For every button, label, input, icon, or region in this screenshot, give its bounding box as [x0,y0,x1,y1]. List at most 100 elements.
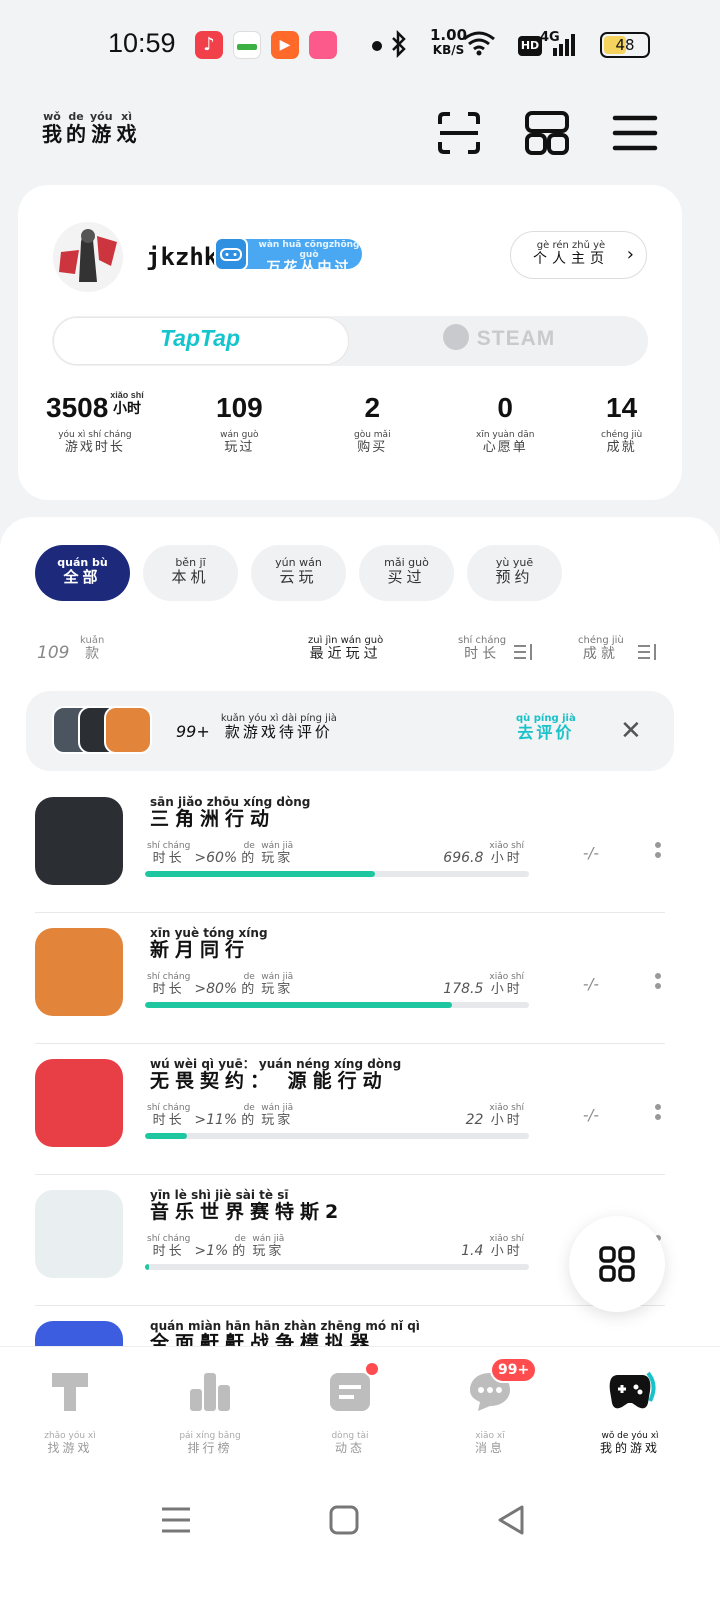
nav-label-text: 排行榜 [187,1441,233,1455]
game-row[interactable]: wú wèi qì yuē： yuán néng xíng dòng 无畏契约： … [35,1044,665,1175]
title-badge[interactable]: wàn huā cōngzhōng guò 万花丛中过 [214,237,362,276]
rank-duration-text: 时长 [152,1244,185,1259]
nav-item-zhǎo-yóu-xì[interactable]: zhǎo yóu xì 找游戏 [10,1365,130,1455]
pending-review-banner[interactable]: 99+ kuǎn yóu xì dài píng jià 款游戏待评价 qù p… [26,691,674,771]
game-row[interactable]: yīn lè shì jiè sài tè sī 音乐世界赛特斯2 shí chán… [35,1175,665,1306]
badge-pinyin: wàn huā cōngzhōng guò [258,240,360,260]
sort-achievements-icon[interactable] [638,643,658,661]
filter-chip-mǎi-guò[interactable]: mǎi guò 买过 [359,545,454,601]
sort-duration-pinyin: shí cháng [458,635,507,646]
tab-taptap[interactable]: TapTap [52,325,348,352]
go-review-button[interactable]: qù píng jià 去评价 [516,713,576,742]
stat-label-pinyin: yóu xì shí cháng [58,430,132,440]
taptap-icon [44,1365,96,1417]
personal-homepage-button[interactable]: gè rén zhǔ yè 个人主页 › [510,231,647,279]
homepage-pinyin: gè rén zhǔ yè [536,240,606,251]
page-title: wǒ 我 de 的 yóu 游 xì 戏 [42,110,141,145]
rank-players-text: 玩家 [261,851,294,866]
rank-players-text: 玩家 [261,1113,294,1128]
music-app-icon: ♪ [195,31,223,59]
stat-unit-pinyin: xiǎo shí [110,390,144,400]
nav-label-pinyin: xiāo xī [475,1431,505,1441]
battery-icon: 48 [600,32,650,58]
filter-chip-quán-bù[interactable]: quán bù 全部 [35,545,130,601]
review-label-text: 款游戏待评价 [224,723,333,741]
game-icon[interactable] [35,928,123,1016]
stat-label-text: 成就 [606,440,637,455]
review-count: 99+ [176,722,210,741]
game-icon[interactable] [35,797,123,885]
more-options-icon[interactable] [655,1104,661,1128]
game-row[interactable]: sān jiǎo zhōu xíng dòng 三角洲行动 shí cháng 时长 >… [35,782,665,913]
status-bar: 10:59 ♪ ▶ 1.00 KB/S HD 4G 48 [0,0,720,90]
nav-item-wǒ-de-yóu-xì[interactable]: wǒ de yóu xì 我的游戏 [570,1365,690,1455]
sort-duration[interactable]: shí cháng 时长 [458,635,506,662]
rank-of: de 的 [241,841,257,866]
rank-of: de 的 [241,1103,257,1128]
back-icon[interactable] [492,1500,532,1540]
stat-value: 2 [354,388,391,428]
game-icon[interactable] [35,1190,123,1278]
game-row[interactable]: xīn yuè tóng xíng 新月同行 shí cháng 时长 >80% de 的 w… [35,913,665,1044]
filter-chip-label: 本机 [171,568,210,586]
quick-apps-button[interactable] [569,1216,665,1312]
homepage-label: gè rén zhǔ yè 个人主页 [533,240,609,267]
username: jkzhk [146,243,219,271]
filter-chip-yù-yuē[interactable]: yù yuē 预约 [467,545,562,601]
stat-label-text: 购买 [357,440,388,455]
recent-apps-icon[interactable] [156,1500,196,1540]
game-count-unit: kuǎn 款 [80,635,104,662]
rank-players-pinyin: wán jiā [261,972,294,982]
stat-item[interactable]: 14 chéng jiù 成就 [601,388,642,455]
bilibili-app-icon [309,31,337,59]
rank-players: wán jiā 玩家 [261,972,293,997]
game-hours: 1.4 xiǎo shí 小时 [461,1234,528,1259]
close-icon[interactable]: ✕ [620,718,642,744]
game-hours-unit: xiǎo shí 小时 [489,841,524,866]
stat-item[interactable]: 0 xīn yuàn dān 心愿单 [476,388,534,455]
more-options-icon[interactable] [655,973,661,997]
ranking-icon [184,1365,236,1417]
nav-label: wǒ de yóu xì 我的游戏 [570,1431,690,1455]
game-hours-value: 696.8 [443,850,484,866]
sort-achievements-text: 成就 [582,646,619,662]
bottom-nav: zhǎo yóu xì 找游戏 pái xíng bǎng 排行榜 dòng tài 动态… [0,1346,720,1612]
sort-achievements[interactable]: chéng jiù 成就 [578,635,624,662]
filter-chip-yún-wán[interactable]: yún wán 云玩 [251,545,346,601]
menu-icon[interactable] [612,110,658,156]
playtime-progress-fill [145,1264,149,1270]
stat-label: chéng jiù 成就 [601,430,642,455]
nav-item-pái-xíng-bǎng[interactable]: pái xíng bǎng 排行榜 [150,1365,270,1455]
filter-chip-běn-jī[interactable]: běn jī 本机 [143,545,238,601]
rank-of: de 的 [232,1234,248,1259]
game-hours-unit: xiǎo shí 小时 [489,1234,524,1259]
nav-item-xiāo-xī[interactable]: 99+ xiāo xī 消息 [430,1357,550,1455]
stat-item[interactable]: 109 wán guò 玩过 [216,388,263,455]
avatar[interactable] [53,222,123,292]
stat-item[interactable]: 2 gòu mǎi 购买 [354,388,391,455]
review-label: kuǎn yóu xì dài píng jià 款游戏待评价 [221,713,337,741]
grid-apps-icon[interactable] [524,110,570,156]
game-count: 109 [37,643,70,663]
gamepad-icon [604,1365,656,1417]
notification-dot-icon [372,41,382,51]
grid-icon [599,1246,635,1282]
more-options-icon[interactable] [655,842,661,866]
game-name: yīn lè shì jiè sài tè sī 音乐世界赛特斯2 [150,1189,344,1223]
scan-icon[interactable] [436,110,482,156]
stat-item[interactable]: 3508 xiǎo shí 小时 yóu xì shí cháng 游戏时长 [46,388,144,455]
game-hours-unit-pinyin: xiǎo shí [489,972,524,982]
sort-recent-pinyin: zuì jìn wán guò [308,635,384,646]
nav-item-dòng-tài[interactable]: dòng tài 动态 [290,1361,410,1455]
game-name-text: 音乐世界赛特斯2 [150,1201,345,1223]
rank-of-text: 的 [232,1244,249,1259]
wifi-icon [463,31,495,56]
game-icon[interactable] [35,1059,123,1147]
game-name: sān jiǎo zhōu xíng dòng 三角洲行动 [150,796,310,830]
home-icon[interactable] [324,1500,364,1540]
game-name: wú wèi qì yuē： yuán néng xíng dòng 无畏契约： … [150,1058,401,1092]
sort-duration-icon[interactable] [514,643,534,661]
rank-percent: >60% [194,850,238,866]
sort-recent-played[interactable]: zuì jìn wán guò 最近玩过 [308,635,383,662]
tab-steam[interactable]: STEAM [350,324,648,351]
